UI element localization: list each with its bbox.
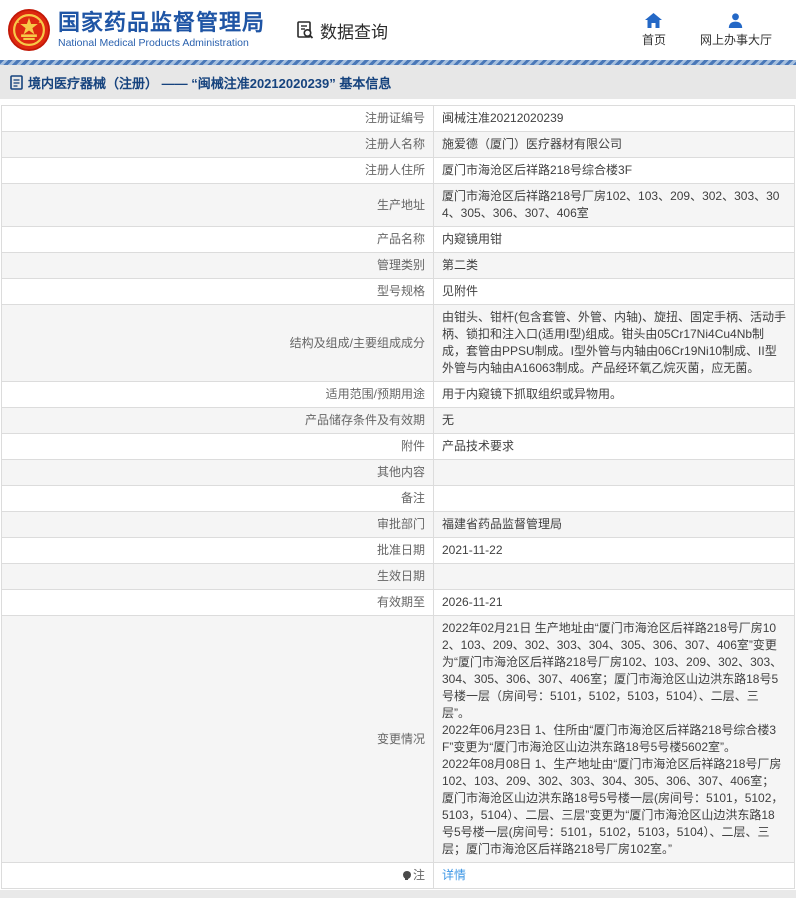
- table-row: 变更情况 2022年02月21日 生产地址由“厦门市海沧区后祥路218号厂房102…: [1, 615, 795, 863]
- table-row: 管理类别 第二类: [1, 252, 795, 279]
- nav-online-hall[interactable]: 网上办事大厅: [699, 12, 772, 48]
- table-row: 注册人住所 厦门市海沧区后祥路218号综合楼3F: [1, 157, 795, 184]
- row-label: 管理类别: [1, 252, 434, 279]
- row-label: 批准日期: [1, 537, 434, 564]
- table-row: 注详情: [1, 862, 795, 889]
- org-name-en: National Medical Products Administration: [58, 36, 249, 49]
- row-value: 无: [433, 407, 795, 434]
- row-label: 变更情况: [1, 615, 434, 863]
- table-row: 注册人名称 施爱德（厦门）医疗器材有限公司: [1, 131, 795, 158]
- row-label: 注: [1, 862, 434, 889]
- row-value: [433, 563, 795, 590]
- table-row: 生效日期: [1, 563, 795, 590]
- row-value: 厦门市海沧区后祥路218号厂房102、103、209、302、303、304、3…: [433, 183, 795, 227]
- table-row: 结构及组成/主要组成成分 由钳头、钳杆(包含套管、外管、内轴)、旋扭、固定手柄、活…: [1, 304, 795, 382]
- nav-online-hall-label: 网上办事大厅: [699, 32, 772, 47]
- home-icon: [645, 12, 663, 28]
- row-value: 内窥镜用钳: [433, 226, 795, 253]
- row-value: [433, 485, 795, 512]
- detail-link[interactable]: 详情: [442, 868, 466, 882]
- breadcrumb-text: 境内医疗器械（注册） —— “闽械注准20212020239” 基本信息: [28, 75, 392, 91]
- row-label: 产品名称: [1, 226, 434, 253]
- note-pin-icon: [402, 871, 411, 880]
- row-label: 生效日期: [1, 563, 434, 590]
- row-label: 注册人名称: [1, 131, 434, 158]
- row-value: 第二类: [433, 252, 795, 279]
- row-value: 福建省药品监督管理局: [433, 511, 795, 538]
- table-row: 注册证编号 闽械注准20212020239: [1, 105, 795, 132]
- row-value-paragraph: 2022年06月23日 1、住所由“厦门市海沧区后祥路218号综合楼3F”变更为…: [442, 723, 777, 754]
- row-label: 注册人住所: [1, 157, 434, 184]
- logo-block: 国家药品监督管理局 National Medical Products Admi…: [8, 9, 265, 51]
- national-emblem-logo: [8, 9, 50, 51]
- row-value: 厦门市海沧区后祥路218号综合楼3F: [433, 157, 795, 184]
- row-label: 注册证编号: [1, 105, 434, 132]
- row-label: 其他内容: [1, 459, 434, 486]
- row-label: 有效期至: [1, 589, 434, 616]
- info-table-wrap: 注册证编号 闽械注准20212020239 注册人名称 施爱德（厦门）医疗器材有限公司…: [0, 99, 796, 889]
- org-names: 国家药品监督管理局 National Medical Products Admi…: [58, 9, 266, 50]
- table-row: 附件 产品技术要求: [1, 433, 795, 460]
- row-value-paragraph: 2022年02月21日 生产地址由“厦门市海沧区后祥路218号厂房102、103…: [442, 621, 783, 720]
- table-row: 批准日期 2021-11-22: [1, 537, 795, 564]
- page-bottom-bar: [0, 890, 796, 898]
- site-header: 国家药品监督管理局 National Medical Products Admi…: [0, 0, 796, 60]
- page: 国家药品监督管理局 National Medical Products Admi…: [0, 0, 796, 898]
- data-query-nav[interactable]: 数据查询: [295, 18, 388, 43]
- person-icon: [729, 12, 743, 28]
- row-value: 2021-11-22: [433, 537, 795, 564]
- row-value: 由钳头、钳杆(包含套管、外管、内轴)、旋扭、固定手柄、活动手柄、锁扣和注入口(适…: [433, 304, 795, 382]
- row-label: 审批部门: [1, 511, 434, 538]
- breadcrumb: 境内医疗器械（注册） —— “闽械注准20212020239” 基本信息: [0, 65, 796, 99]
- row-value: [433, 459, 795, 486]
- row-value: 产品技术要求: [433, 433, 795, 460]
- table-row: 其他内容: [1, 459, 795, 486]
- table-row: 备注: [1, 485, 795, 512]
- nav-home[interactable]: 首页: [641, 12, 666, 48]
- table-row: 审批部门 福建省药品监督管理局: [1, 511, 795, 538]
- row-value: 施爱德（厦门）医疗器材有限公司: [433, 131, 795, 158]
- table-row: 型号规格 见附件: [1, 278, 795, 305]
- table-row: 产品储存条件及有效期无: [1, 407, 795, 434]
- data-query-label: 数据查询: [320, 22, 389, 42]
- row-label: 附件: [1, 433, 434, 460]
- row-label: 结构及组成/主要组成成分: [1, 304, 434, 382]
- registration-info-table: 注册证编号 闽械注准20212020239 注册人名称 施爱德（厦门）医疗器材有限公司…: [1, 105, 795, 889]
- table-row: 产品名称 内窥镜用钳: [1, 226, 795, 253]
- row-value: 2026-11-21: [433, 589, 795, 616]
- row-label: 备注: [1, 485, 434, 512]
- nav-home-label: 首页: [641, 32, 666, 47]
- header-right-nav: 首页 网上办事大厅: [641, 12, 782, 48]
- row-value: 用于内窥镜下抓取组织或异物用。: [433, 381, 795, 408]
- row-label: 生产地址: [1, 183, 434, 227]
- document-search-icon: [297, 21, 314, 39]
- row-value: 详情: [433, 862, 795, 889]
- table-row: 生产地址 厦门市海沧区后祥路218号厂房102、103、209、302、303、3…: [1, 183, 795, 227]
- document-icon: [10, 74, 23, 90]
- table-row: 适用范围/预期用途 用于内窥镜下抓取组织或异物用。: [1, 381, 795, 408]
- row-value: 见附件: [433, 278, 795, 305]
- org-name-cn: 国家药品监督管理局: [58, 9, 266, 35]
- row-label: 产品储存条件及有效期: [1, 407, 434, 434]
- row-value: 2022年02月21日 生产地址由“厦门市海沧区后祥路218号厂房102、103…: [433, 615, 795, 863]
- table-row: 有效期至 2026-11-21: [1, 589, 795, 616]
- row-value-paragraph: 2022年08月08日 1、生产地址由“厦门市海沧区后祥路218号厂房102、1…: [442, 757, 784, 856]
- row-label: 型号规格: [1, 278, 434, 305]
- row-label: 适用范围/预期用途: [1, 381, 434, 408]
- row-value: 闽械注准20212020239: [433, 105, 795, 132]
